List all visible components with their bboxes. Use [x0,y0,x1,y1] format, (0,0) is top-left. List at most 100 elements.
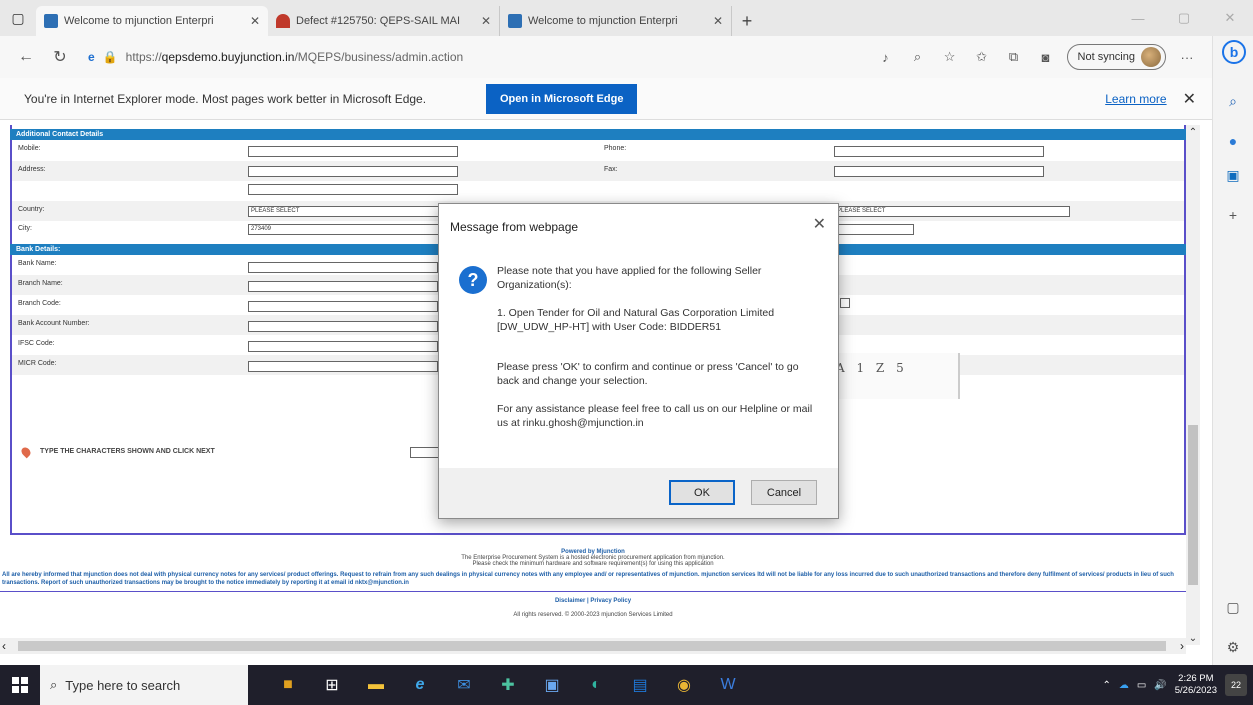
shopping-icon[interactable]: ● [1222,130,1244,152]
edge-app-icon[interactable]: e [398,665,442,705]
pincode-input[interactable] [834,224,914,235]
settings-gear-icon[interactable]: ⚙ [1222,636,1244,658]
footer-notice: All are hereby informed that mjunction d… [2,572,1174,586]
micr-input[interactable] [248,361,438,372]
clock[interactable]: 2:26 PM 5/26/2023 [1175,673,1217,697]
outlook-icon[interactable]: ▣ [1222,164,1244,186]
tab-actions-icon[interactable]: ▢ [0,0,36,36]
search-icon[interactable]: ⌕ [1222,90,1244,112]
ifsc-input[interactable] [248,341,438,352]
tab-defect[interactable]: Defect #125750: QEPS-SAIL MAI ✕ [268,6,500,36]
account-number-input[interactable] [248,321,438,332]
branch-name-input[interactable] [248,281,438,292]
word-app-icon[interactable]: W [706,665,750,705]
lock-icon[interactable]: 🔒 [103,50,118,64]
horizontal-scrollbar[interactable]: ‹ › [0,638,1186,654]
mobile-input[interactable] [248,146,458,157]
close-window-icon[interactable]: ✕ [1207,0,1253,36]
add-sidebar-app-icon[interactable]: + [1222,204,1244,226]
phone-input[interactable] [834,146,1044,157]
scroll-down-icon[interactable]: ⌄ [1186,631,1200,645]
profile-sync-button[interactable]: Not syncing [1066,44,1166,70]
url-host: qepsdemo.buyjunction.in [161,50,295,64]
scroll-up-icon[interactable]: ⌃ [1186,125,1200,139]
checkbox[interactable] [840,298,850,308]
url-path: /MQEPS/business/admin.action [294,50,464,64]
tab-welcome-2[interactable]: Welcome to mjunction Enterpri ✕ [500,6,732,36]
minimize-icon[interactable]: — [1115,0,1161,36]
tab-close-icon[interactable]: ✕ [481,14,491,28]
form-row: Mobile: Phone: [12,140,1184,160]
city-input[interactable]: 273409 [248,224,458,235]
browser-essentials-icon[interactable]: ◙ [1035,46,1057,68]
address-input-1[interactable] [248,166,458,177]
favorites-add-icon[interactable]: ☆ [939,46,961,68]
url-scheme: https:// [125,50,162,64]
url-field[interactable]: e 🔒 https://qepsdemo.buyjunction.in/MQEP… [80,43,800,71]
scroll-thumb[interactable] [1188,425,1198,585]
state-select[interactable]: PLEASE SELECT [834,206,1070,217]
fax-input[interactable] [834,166,1044,177]
more-options-icon[interactable]: ··· [1176,46,1198,68]
scroll-left-icon[interactable]: ‹ [2,639,6,653]
clock-time: 2:26 PM [1178,673,1214,684]
bing-icon[interactable]: b [1222,40,1246,64]
store-app-icon[interactable]: ▣ [530,665,574,705]
location-pin-icon [19,445,33,459]
briefcase-app-icon[interactable]: ■ [266,665,310,705]
open-in-edge-button[interactable]: Open in Microsoft Edge [486,83,638,114]
vertical-scrollbar[interactable]: ⌃ ⌄ [1186,125,1200,645]
maximize-icon[interactable]: ▢ [1161,0,1207,36]
file-explorer-icon[interactable]: ▬ [354,665,398,705]
chevron-up-icon[interactable]: ⌃ [1102,680,1110,691]
split-screen-icon[interactable]: ▢ [1222,596,1244,618]
outlook-app-icon[interactable]: ▤ [618,665,662,705]
network-icon[interactable]: ▭ [1137,680,1146,691]
dialog-text-1: Please note that you have applied for th… [497,265,762,291]
zoom-icon[interactable]: ⌕ [907,46,929,68]
mail-app-icon[interactable]: ✉ [442,665,486,705]
tab-close-icon[interactable]: ✕ [250,14,260,28]
footer-links[interactable]: Disclaimer | Privacy Policy [0,598,1186,604]
onedrive-icon[interactable]: ☁ [1119,680,1129,691]
captcha-input[interactable] [410,447,440,458]
collections-icon[interactable]: ⧉ [1003,46,1025,68]
message-dialog: Message from webpage ✕ ? Please note tha… [438,203,839,519]
read-aloud-icon[interactable]: ♪ [875,46,897,68]
branch-code-input[interactable] [248,301,438,312]
bank-name-input[interactable] [248,262,438,273]
avatar [1141,47,1161,67]
tab-welcome-1[interactable]: Welcome to mjunction Enterpri ✕ [36,6,268,36]
scroll-right-icon[interactable]: › [1180,639,1184,653]
branch-name-label: Branch Name: [18,280,63,287]
search-placeholder: Type here to search [65,677,181,693]
phone-label: Phone: [604,145,627,152]
puzzle-app-icon[interactable]: ✚ [486,665,530,705]
taskbar-search[interactable]: ⌕ Type here to search [40,665,248,705]
refresh-icon[interactable]: ↻ [46,43,74,71]
start-button[interactable] [0,665,40,705]
address-input-2[interactable] [248,184,458,195]
chrome-app-icon[interactable]: ◉ [662,665,706,705]
contact-section-header: Additional Contact Details [10,129,1186,140]
footer-line-2: Please check the minimum hardware and so… [472,561,714,567]
dialog-close-icon[interactable]: ✕ [813,214,826,234]
cancel-button[interactable]: Cancel [751,480,817,505]
browser-tab-bar: ▢ Welcome to mjunction Enterpri ✕ Defect… [0,0,1253,36]
scroll-thumb[interactable] [18,641,1166,651]
new-tab-button[interactable]: + [732,6,762,36]
close-infobar-icon[interactable]: ✕ [1183,89,1196,109]
ok-button[interactable]: OK [669,480,735,505]
back-arrow-icon[interactable]: ← [12,43,40,71]
task-view-icon[interactable]: ⊞ [310,665,354,705]
edge-browser-icon[interactable]: ◐ [574,665,618,705]
notification-icon[interactable]: 22 [1225,674,1247,696]
volume-icon[interactable]: 🔊 [1154,680,1166,691]
country-select[interactable]: PLEASE SELECT [248,206,458,217]
ie-mode-icon[interactable]: e [88,50,95,64]
windows-taskbar: ⌕ Type here to search ■ ⊞ ▬ e ✉ ✚ ▣ ◐ ▤ … [0,665,1253,705]
question-icon: ? [459,266,487,294]
tab-close-icon[interactable]: ✕ [713,14,723,28]
favorites-icon[interactable]: ✩ [971,46,993,68]
learn-more-link[interactable]: Learn more [1105,92,1166,106]
